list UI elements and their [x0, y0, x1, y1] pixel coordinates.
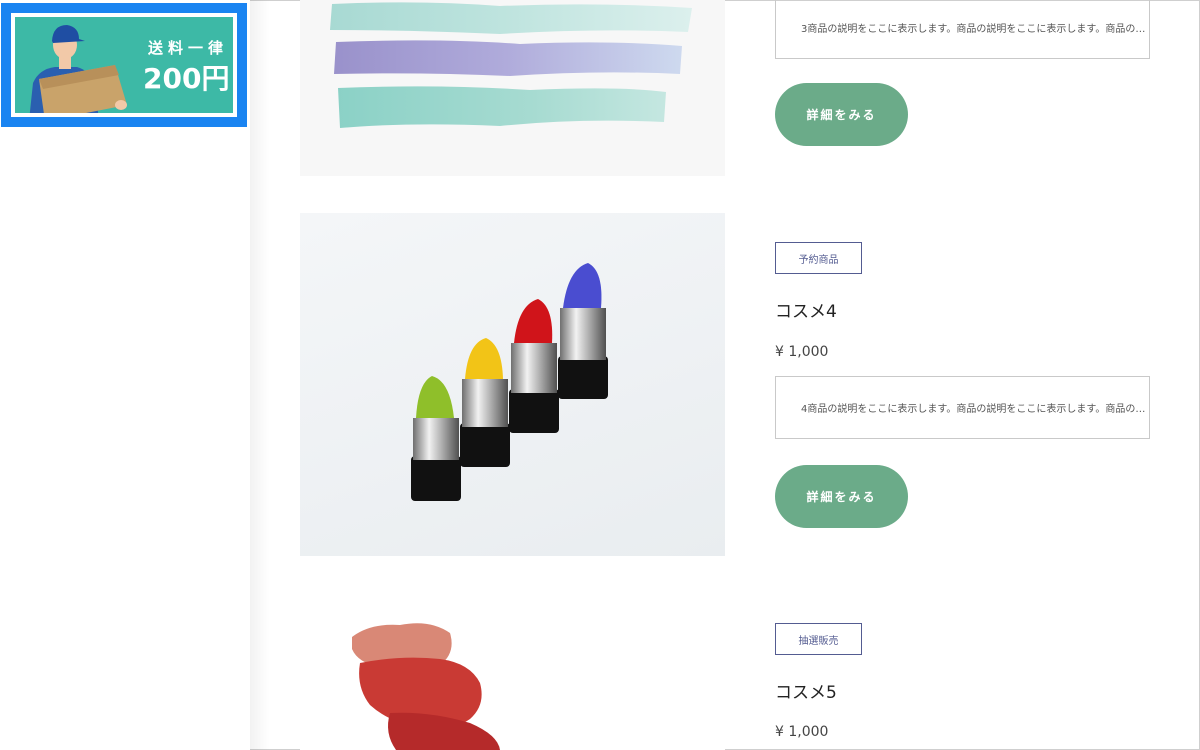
shipping-banner-inner: 送料一律 200円	[11, 13, 237, 117]
watercolor-strokes-image	[330, 2, 692, 128]
product-image-4[interactable]	[300, 213, 725, 556]
product-image-5[interactable]	[300, 593, 725, 750]
detail-button-4[interactable]: 詳細をみる	[775, 465, 908, 528]
product-name-4[interactable]: コスメ4	[775, 297, 837, 322]
product-image-3[interactable]	[300, 0, 725, 176]
lipstick-swatch-image	[352, 623, 500, 750]
banner-shipping-label: 送料一律	[148, 39, 229, 57]
product-price-4: ¥ 1,000	[775, 344, 829, 360]
shipping-banner[interactable]: 送料一律 200円	[1, 3, 247, 127]
product-list: 3商品の説明をここに表示します。商品の説明をここに表示します。商品の… 詳細をみ…	[250, 0, 1200, 750]
lipsticks-image	[411, 263, 608, 501]
product-description-3: 3商品の説明をここに表示します。商品の説明をここに表示します。商品の…	[775, 0, 1150, 59]
sidebar: 送料一律 200円	[0, 0, 250, 750]
banner-price: 200円	[143, 62, 230, 95]
product-price-5: ¥ 1,000	[775, 724, 829, 740]
product-tag-5: 抽選販売	[775, 623, 862, 655]
product-tag-4: 予約商品	[775, 242, 862, 274]
product-description-4: 4商品の説明をここに表示します。商品の説明をここに表示します。商品の…	[775, 376, 1150, 439]
detail-button-3[interactable]: 詳細をみる	[775, 83, 908, 146]
delivery-person-illustration	[29, 25, 127, 113]
product-name-5[interactable]: コスメ5	[775, 678, 837, 703]
